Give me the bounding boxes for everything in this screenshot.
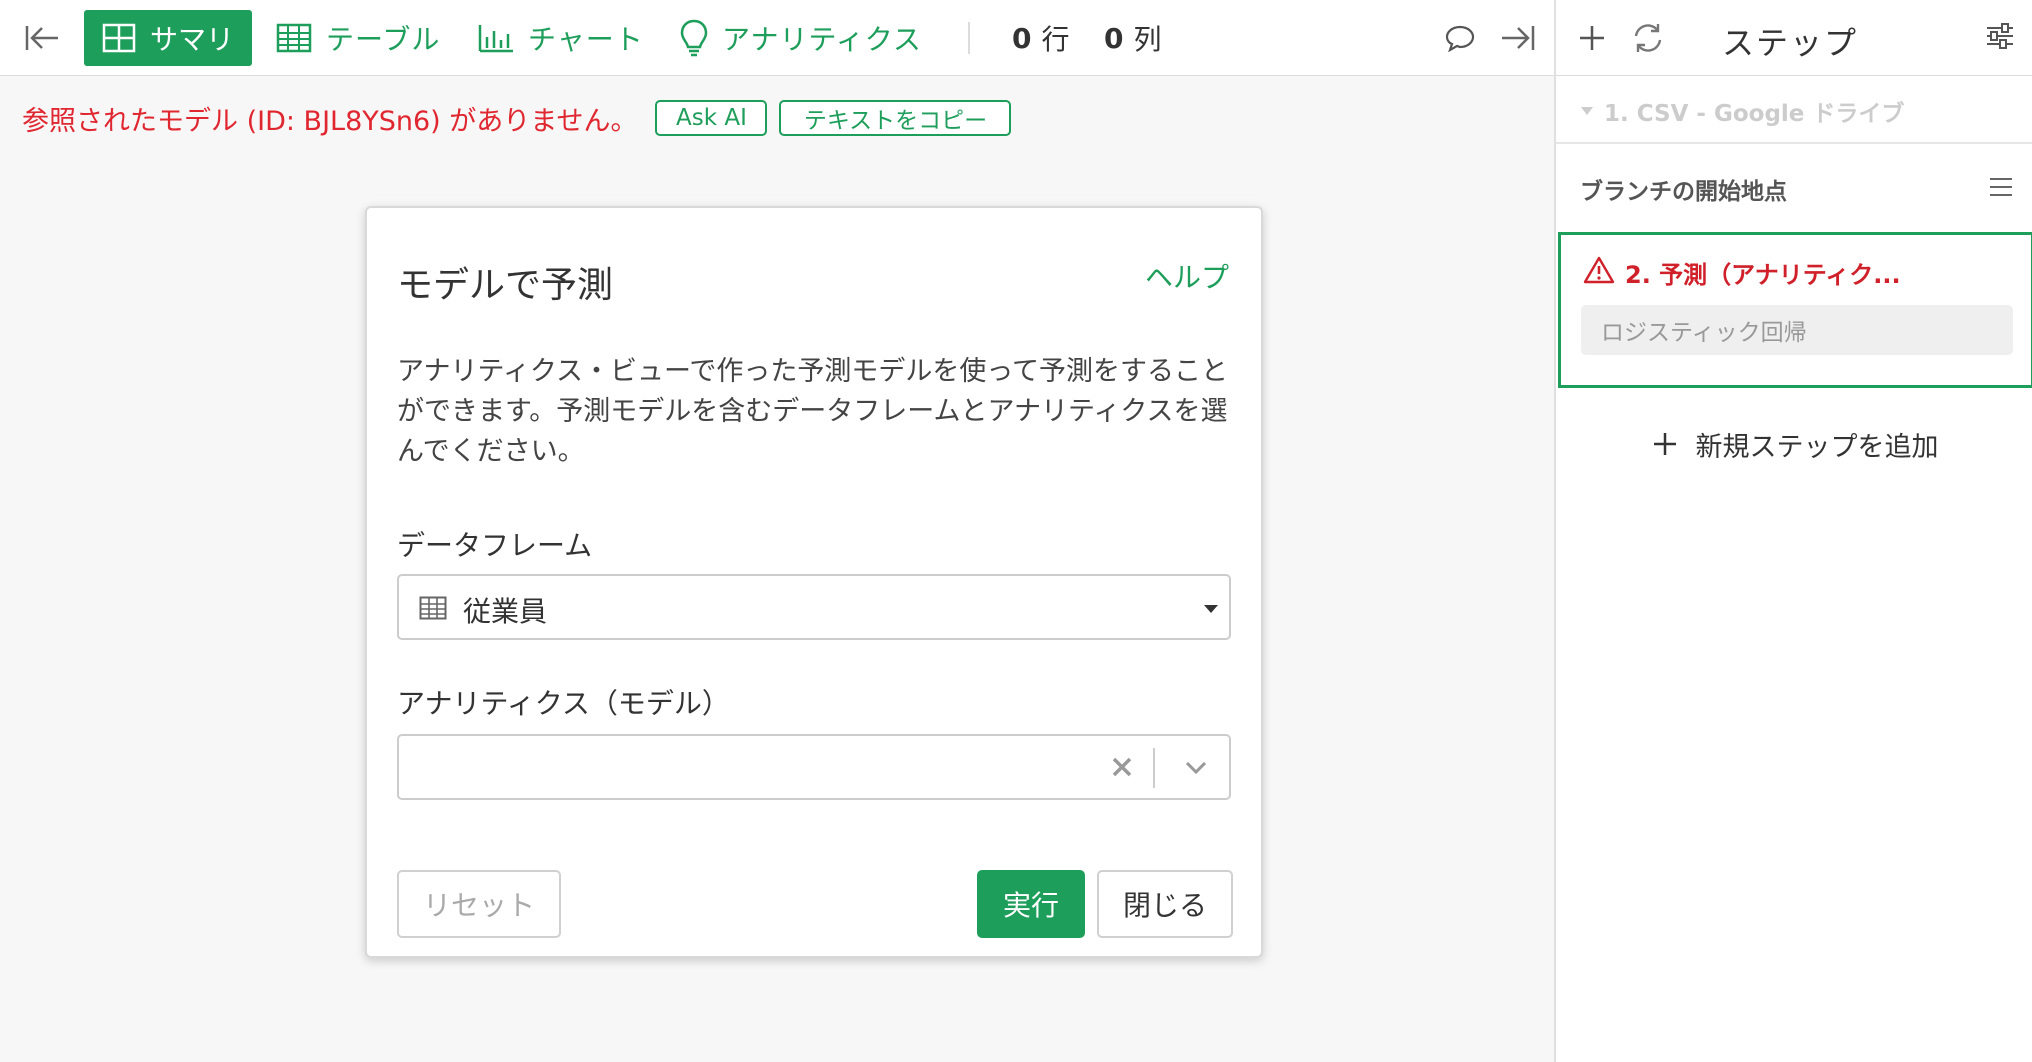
step-item-csv[interactable]: 1. CSV - Google ドライブ xyxy=(1556,80,2032,144)
refresh-icon[interactable] xyxy=(1630,20,1666,56)
branch-start-label: ブランチの開始地点 xyxy=(1580,179,1787,205)
step-item-predict[interactable]: 2. 予測（アナリティク... ロジスティック回帰 xyxy=(1558,232,2032,388)
tab-summary[interactable]: サマリ xyxy=(84,10,252,66)
table-icon xyxy=(419,596,447,620)
clear-icon[interactable] xyxy=(1109,754,1135,780)
steps-panel-title: ステップ xyxy=(1722,24,1859,62)
dialog-description: アナリティクス・ビューで作った予測モデルを使って予測をすることができます。予測モ… xyxy=(397,356,1229,467)
column-count-unit: 列 xyxy=(1133,23,1162,56)
collapse-left-icon xyxy=(25,26,58,50)
analytics-label: アナリティクス（モデル） xyxy=(397,687,730,720)
sliders-icon[interactable] xyxy=(1984,20,2016,52)
tab-summary-label: サマリ xyxy=(149,23,234,56)
reset-button[interactable]: リセット xyxy=(397,870,561,938)
copy-text-button[interactable]: テキストをコピー xyxy=(779,100,1012,136)
dataframe-value: 従業員 xyxy=(463,595,548,628)
plus-icon xyxy=(1653,433,1676,455)
error-banner: 参照されたモデル (ID: BJL8YSn6) がありません。 Ask AI テ… xyxy=(22,96,1012,140)
bar-chart-icon xyxy=(478,25,513,53)
error-message: 参照されたモデル (ID: BJL8YSn6) がありません。 xyxy=(22,105,638,137)
run-button[interactable]: 実行 xyxy=(977,870,1085,938)
steps-panel-header: ステップ xyxy=(1556,0,2032,76)
tab-analytics[interactable]: アナリティクス xyxy=(680,0,922,76)
warning-icon xyxy=(1583,256,1615,284)
row-count-unit: 行 xyxy=(1041,23,1070,56)
step-item-predict-subtitle: ロジスティック回帰 xyxy=(1581,305,2013,355)
help-link[interactable]: ヘルプ xyxy=(1145,256,1229,296)
caret-down-icon xyxy=(1581,107,1593,115)
app-root: サマリ テーブル チャート アナリティクス 0 行 0 列 参照されたモデル (… xyxy=(0,0,2032,1062)
steps-panel: ステップ 1. CSV - Google ドライブ ブランチの開始地点 2. 予… xyxy=(1554,0,2032,1062)
comment-icon xyxy=(1445,25,1475,52)
main-area: サマリ テーブル チャート アナリティクス 0 行 0 列 参照されたモデル (… xyxy=(0,0,1554,1062)
predict-dialog: モデルで予測 ヘルプ アナリティクス・ビューで作った予測モデルを使って予測をする… xyxy=(365,206,1263,958)
collapse-left-button[interactable] xyxy=(18,0,66,76)
ask-ai-button[interactable]: Ask AI xyxy=(655,100,768,136)
tab-chart[interactable]: チャート xyxy=(478,0,644,76)
dialog-title: モデルで予測 xyxy=(397,265,614,306)
table-icon xyxy=(276,23,312,53)
tab-table-label: テーブル xyxy=(326,23,441,56)
lightbulb-icon xyxy=(680,19,708,57)
toolbar: サマリ テーブル チャート アナリティクス 0 行 0 列 xyxy=(0,0,1554,76)
step-item-predict-title: 2. 予測（アナリティク... xyxy=(1625,261,1901,289)
add-step-button[interactable]: 新規ステップを追加 xyxy=(1556,420,2032,468)
dataframe-select[interactable]: 従業員 xyxy=(397,574,1231,640)
grid-icon xyxy=(102,23,136,53)
row-count-value: 0 xyxy=(1012,21,1032,55)
expand-right-icon xyxy=(1502,26,1535,50)
tab-analytics-label: アナリティクス xyxy=(722,23,922,56)
column-count: 0 列 xyxy=(1104,0,1162,76)
close-button[interactable]: 閉じる xyxy=(1097,870,1233,938)
caret-down-icon xyxy=(1204,605,1218,613)
tab-table[interactable]: テーブル xyxy=(276,0,440,76)
chevron-down-icon[interactable] xyxy=(1183,754,1209,780)
comment-button[interactable] xyxy=(1440,0,1480,76)
analytics-model-select[interactable] xyxy=(397,734,1231,800)
expand-right-button[interactable] xyxy=(1494,0,1542,76)
menu-icon[interactable] xyxy=(1988,176,2014,198)
select-separator xyxy=(1153,748,1155,788)
dataframe-label: データフレーム xyxy=(397,529,593,562)
step-item-csv-label: 1. CSV - Google ドライブ xyxy=(1604,101,1905,127)
column-count-value: 0 xyxy=(1104,21,1124,55)
row-count: 0 行 xyxy=(1012,0,1070,76)
plus-icon[interactable] xyxy=(1574,20,1610,56)
add-step-label: 新規ステップを追加 xyxy=(1695,431,1939,463)
tab-chart-label: チャート xyxy=(528,23,644,56)
toolbar-divider xyxy=(968,22,970,54)
